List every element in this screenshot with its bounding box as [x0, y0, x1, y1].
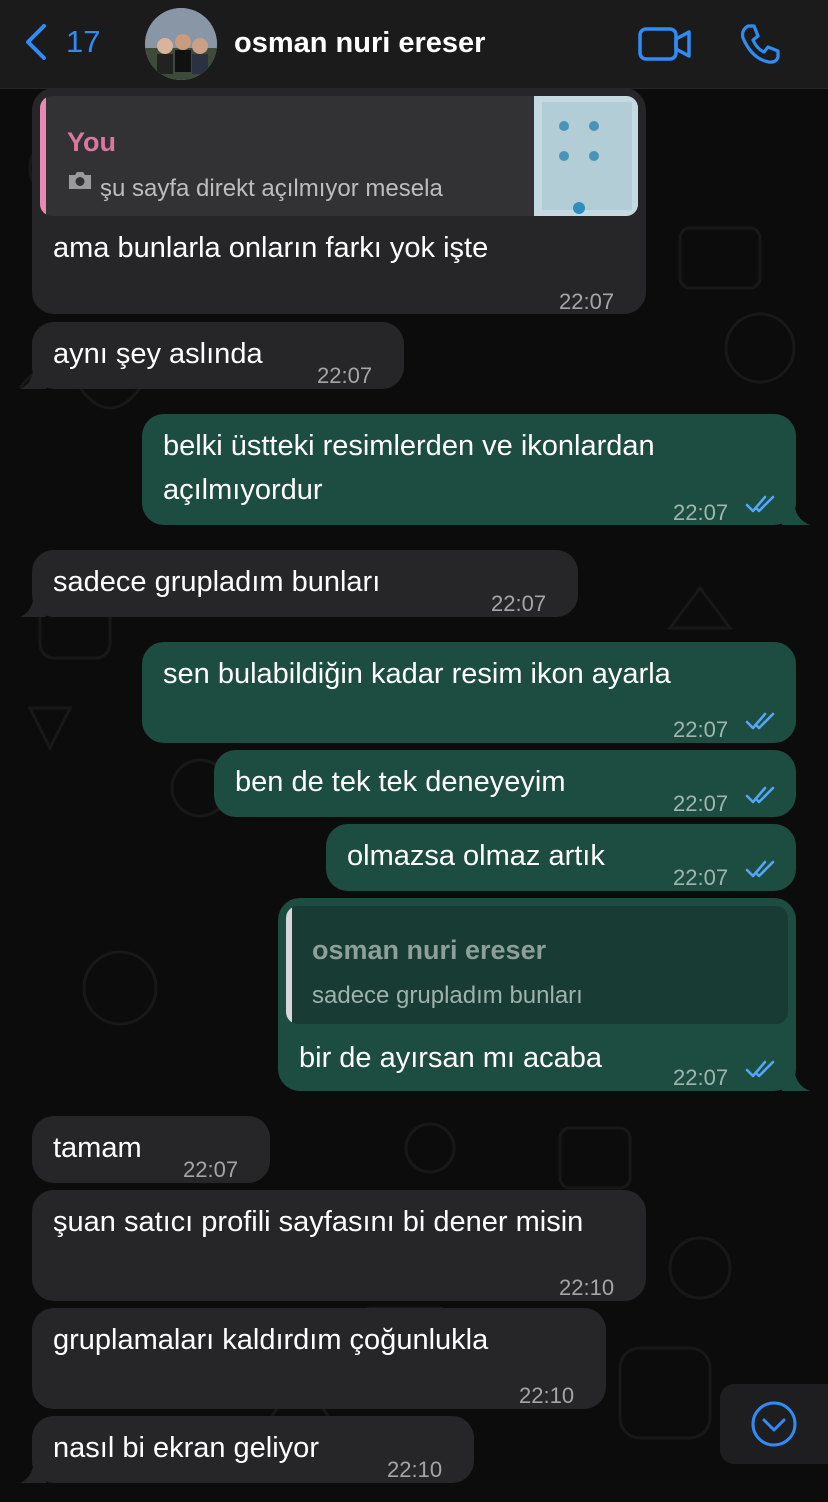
quote-author: osman nuri ereser: [312, 935, 547, 965]
bubble-tail: [782, 1065, 810, 1091]
double-check-icon: [745, 712, 775, 730]
video-camera-icon: [638, 27, 691, 61]
voice-call-button[interactable]: [738, 22, 782, 66]
message-incoming[interactable]: tamam 22:07: [32, 1116, 270, 1183]
message-time: 22:07: [673, 865, 729, 890]
double-check-icon: [745, 786, 775, 804]
double-check-icon: [745, 860, 775, 878]
message-time: 22:07: [491, 591, 547, 616]
chat-header: 17 osman nuri ereser: [0, 0, 828, 89]
double-check-icon: [745, 1060, 775, 1078]
bubble-tail: [20, 363, 46, 389]
quote-bar: [286, 906, 292, 1024]
message-text: sadece grupladım bunları: [53, 566, 381, 598]
message-time: 22:07: [673, 791, 729, 816]
quote-text: şu sayfa direkt açılmıyor mesela: [100, 175, 443, 202]
message-incoming[interactable]: nasıl bi ekran geliyor 22:10: [20, 1416, 474, 1483]
message-time: 22:07: [183, 1157, 239, 1182]
message-time: 22:07: [673, 500, 729, 525]
message-incoming[interactable]: gruplamaları kaldırdım çoğunlukla 22:10: [32, 1308, 606, 1409]
message-time: 22:07: [673, 1065, 729, 1090]
message-time: 22:10: [387, 1457, 443, 1482]
message-time: 22:07: [559, 289, 615, 314]
message-incoming[interactable]: You şu sayfa direkt açılmıyor mesela ama…: [32, 88, 646, 314]
message-outgoing[interactable]: olmazsa olmaz artık 22:07: [326, 824, 796, 891]
avatar[interactable]: [145, 8, 217, 80]
bubble-tail: [782, 499, 810, 525]
message-time: 22:07: [317, 363, 373, 388]
unread-count: 17: [66, 24, 101, 59]
message-outgoing[interactable]: ben de tek tek deneyeyim 22:07: [214, 750, 796, 817]
contact-name[interactable]: osman nuri ereser: [234, 27, 485, 60]
back-button[interactable]: 17: [22, 22, 100, 62]
message-incoming[interactable]: sadece grupladım bunları 22:07: [20, 550, 578, 617]
message-time: 22:10: [559, 1275, 615, 1300]
message-text: sen bulabildiğin kadar resim ikon ayarla: [163, 658, 671, 690]
quote-author: You: [67, 127, 116, 157]
message-outgoing[interactable]: belki üstteki resimlerden ve ikonlardan …: [142, 414, 810, 525]
message-incoming[interactable]: aynı şey aslında 22:07: [20, 322, 404, 389]
quote-thumbnail: [534, 96, 638, 216]
quoted-message[interactable]: You şu sayfa direkt açılmıyor mesela: [40, 96, 638, 216]
message-outgoing[interactable]: osman nuri ereser sadece grupladım bunla…: [278, 898, 810, 1091]
message-text: şuan satıcı profili sayfasını bi dener m…: [53, 1206, 584, 1238]
message-time: 22:10: [519, 1383, 575, 1408]
camera-icon: [69, 172, 91, 189]
scroll-to-bottom-button[interactable]: [720, 1384, 828, 1464]
message-outgoing[interactable]: sen bulabildiğin kadar resim ikon ayarla…: [142, 642, 796, 743]
video-call-button[interactable]: [638, 24, 692, 64]
message-incoming[interactable]: şuan satıcı profili sayfasını bi dener m…: [32, 1190, 646, 1301]
message-text: gruplamaları kaldırdım çoğunlukla: [53, 1324, 489, 1356]
chevron-left-icon: [26, 24, 46, 60]
quote-text: sadece grupladım bunları: [312, 982, 583, 1009]
chevron-down-circle-icon: [751, 1401, 797, 1447]
bubble-tail: [20, 1457, 46, 1483]
message-time: 22:07: [673, 717, 729, 742]
bubble-tail: [20, 591, 46, 617]
phone-icon: [740, 24, 780, 64]
quoted-message[interactable]: osman nuri ereser sadece grupladım bunla…: [286, 906, 788, 1024]
quote-bar: [40, 96, 46, 216]
double-check-icon: [745, 495, 775, 513]
message-text: ama bunlarla onların farkı yok işte: [53, 232, 489, 264]
